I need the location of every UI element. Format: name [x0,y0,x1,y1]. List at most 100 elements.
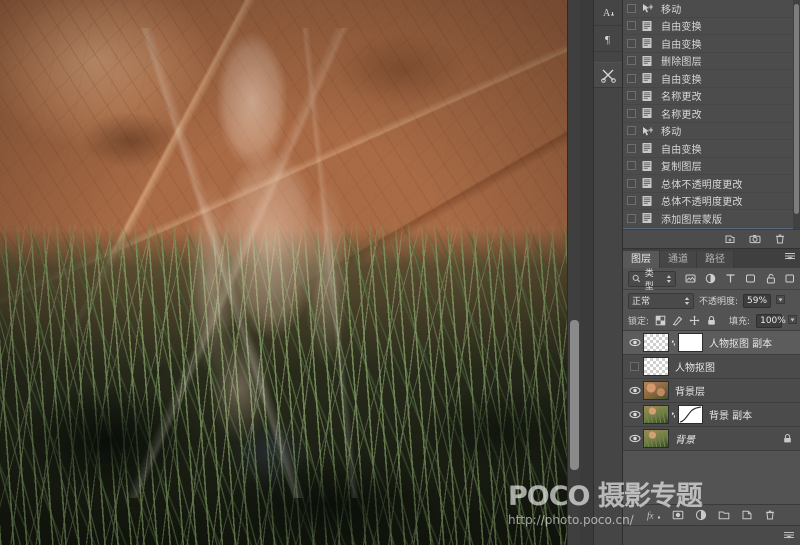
history-item[interactable]: 添加图层蒙版 [623,210,793,228]
history-item[interactable]: 自由变换 [623,18,793,35]
svg-text:¶: ¶ [605,34,610,45]
layer-row[interactable]: 背景层 [623,379,800,403]
history-item-snapshot-checkbox[interactable] [627,3,636,13]
new-adjustment-layer-button[interactable] [695,509,707,521]
history-item[interactable]: 自由变换 [623,140,793,158]
layer-name[interactable]: 背景 [675,431,695,446]
canvas-vertical-scrollbar[interactable] [567,0,580,545]
layer-thumbnail[interactable] [643,333,669,352]
layer-list[interactable]: 人物抠图 副本人物抠图背景层 背景 副本 背景 [623,331,800,451]
filter-smart-objects-icon[interactable] [765,273,776,284]
history-item[interactable]: 自由变换 [623,70,793,88]
layers-panel-menu-icon[interactable] [784,252,796,264]
curves-thumbnail-icon [679,406,702,423]
history-item-label: 自由变换 [661,22,702,34]
lock-image-pixels-icon[interactable] [672,315,683,326]
history-item[interactable]: 名称更改 [623,105,793,123]
layer-row[interactable]: 背景 副本 [623,403,800,427]
lock-position-icon[interactable] [689,315,700,326]
image-canvas[interactable] [0,0,580,545]
swap-scissors-tool-icon[interactable] [594,62,622,88]
filter-enable-toggle[interactable] [785,273,795,284]
history-item[interactable]: 移动 [623,123,793,140]
history-item[interactable]: 总体不透明度更改 [623,193,793,210]
history-item-label: 移动 [661,127,682,139]
history-item[interactable]: 复制图层 [623,158,793,175]
history-item-snapshot-checkbox[interactable] [627,126,636,136]
fill-stepper[interactable] [788,315,798,326]
tab-channels[interactable]: 通道 [660,251,697,268]
canvas-scrollbar-thumb[interactable] [570,320,579,470]
layer-style-fx-button[interactable]: fx [647,509,661,521]
layer-visibility-eye-icon[interactable] [626,385,643,396]
filter-type-layers-icon[interactable] [725,273,736,284]
history-scrollbar[interactable] [793,0,800,243]
history-item-snapshot-checkbox[interactable] [627,73,636,83]
text-tool-icon[interactable]: A [594,0,622,26]
layer-thumbnail[interactable] [643,429,669,448]
history-item-snapshot-checkbox[interactable] [627,21,636,31]
delete-state-button[interactable] [774,233,786,245]
layer-thumbnail[interactable] [643,405,669,424]
layer-visibility-eye-icon[interactable] [626,409,643,420]
create-new-snapshot-button[interactable] [749,233,761,245]
lock-transparent-pixels-icon[interactable] [655,315,666,326]
filter-pixel-layers-icon[interactable] [685,273,696,284]
history-item-snapshot-checkbox[interactable] [627,178,636,188]
layer-thumbnail[interactable] [643,381,669,400]
history-item-snapshot-checkbox[interactable] [627,196,636,206]
lock-all-icon[interactable] [706,315,717,326]
paragraph-tool-icon[interactable]: ¶ [594,26,622,52]
lock-icon [784,434,791,443]
layer-row[interactable]: 背景 [623,427,800,451]
layer-name[interactable]: 人物抠图 副本 [709,335,772,350]
layer-mask-link-icon[interactable] [669,337,678,348]
blend-mode-select[interactable]: 正常 [628,292,694,309]
add-layer-mask-button[interactable] [672,509,684,521]
history-item[interactable]: 总体不透明度更改 [623,175,793,193]
history-scrollbar-thumb[interactable] [794,4,799,214]
layer-mask-thumbnail[interactable] [678,333,703,352]
history-item-snapshot-checkbox[interactable] [627,143,636,153]
tab-layers[interactable]: 图层 [623,251,660,268]
opacity-stepper[interactable] [776,295,786,306]
stepper-arrows-icon [666,274,672,283]
fill-input[interactable]: 100% [756,313,786,328]
move-icon [643,126,653,136]
delete-layer-button[interactable] [764,509,776,521]
layer-kind-filter-select[interactable]: 类型 [628,269,676,292]
layer-name[interactable]: 背景 副本 [709,407,752,422]
history-item[interactable]: 自由变换 [623,35,793,53]
panel-menu-icon[interactable] [783,531,795,543]
layer-visibility-eye-icon[interactable] [626,337,643,348]
layer-name[interactable]: 人物抠图 [675,359,715,374]
layer-mask-link-icon[interactable] [669,409,678,420]
layer-row[interactable]: 人物抠图 副本 [623,331,800,355]
history-item-snapshot-checkbox[interactable] [627,161,636,171]
new-group-button[interactable] [718,509,730,521]
tab-paths[interactable]: 路径 [697,251,734,268]
create-document-from-state-button[interactable] [724,233,736,245]
history-item-snapshot-checkbox[interactable] [627,38,636,48]
layer-visibility-off-icon[interactable] [626,362,643,371]
history-item-snapshot-checkbox[interactable] [627,91,636,101]
layer-row[interactable]: 人物抠图 [623,355,800,379]
history-item-snapshot-checkbox[interactable] [627,108,636,118]
history-item-snapshot-checkbox[interactable] [627,56,636,66]
layer-thumbnail[interactable] [643,357,669,376]
layer-name[interactable]: 背景层 [675,383,705,398]
filter-shape-layers-icon[interactable] [745,273,756,284]
layer-visibility-eye-icon[interactable] [626,433,643,444]
history-item[interactable]: 移动 [623,0,793,18]
opacity-input[interactable]: 59% [743,293,772,308]
stepper-arrows-icon [684,296,690,305]
tab-layers-label: 图层 [631,254,651,265]
history-item[interactable]: 名称更改 [623,88,793,105]
history-item-snapshot-checkbox[interactable] [627,213,636,223]
history-list[interactable]: 移动 自由变换 自由变换 删除图层 自由变换 名称更改 名称更改 移动 自由变换 复制图层 总体不透… [623,0,793,243]
filter-adjustment-layers-icon[interactable] [705,273,716,284]
new-layer-button[interactable] [741,509,753,521]
history-item[interactable]: 删除图层 [623,53,793,70]
history-item-label: 自由变换 [661,144,702,156]
layer-mask-thumbnail[interactable] [678,405,703,424]
